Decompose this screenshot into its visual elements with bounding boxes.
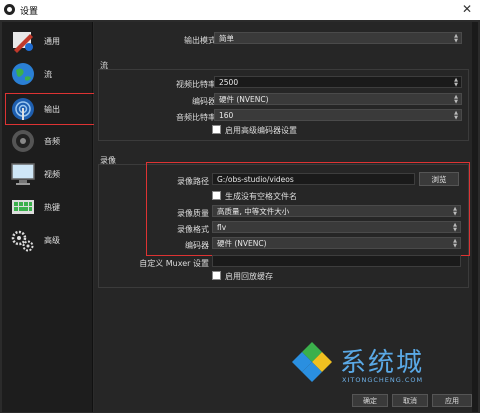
window-title: 设置 xyxy=(20,7,39,17)
spin-arrows-icon: ▲ ▼ xyxy=(454,77,458,88)
muxer-settings-label: 自定义 Muxer 设置 xyxy=(139,259,209,268)
sidebar-item-label: 音频 xyxy=(44,137,60,146)
sidebar-item-label: 视频 xyxy=(44,170,60,179)
advanced-encoder-label: 启用高级编码器设置 xyxy=(225,126,297,135)
diamond-logo-icon xyxy=(292,342,332,382)
globe-icon xyxy=(12,63,34,85)
recording-path-value: G:/obs-studio/videos xyxy=(217,175,294,184)
general-tools-icon xyxy=(13,32,33,53)
settings-sidebar: 通用 流 输出 音频 视频 热键 高级 xyxy=(2,22,95,412)
checkbox-box[interactable] xyxy=(212,271,221,280)
recording-path-label: 录像路径 xyxy=(177,177,209,186)
spin-arrows-icon: ▲ ▼ xyxy=(454,110,458,121)
audio-bitrate-value: 160 xyxy=(219,111,234,120)
recording-path-input[interactable]: G:/obs-studio/videos xyxy=(212,173,415,185)
recording-quality-label: 录像质量 xyxy=(177,209,209,218)
replay-buffer-label: 启用回放缓存 xyxy=(225,272,273,281)
sidebar-item-advanced[interactable]: 高级 xyxy=(6,225,92,255)
watermark-text: 系统城 xyxy=(340,348,425,378)
stream-encoder-label: 编码器 xyxy=(192,97,216,106)
video-bitrate-value: 2500 xyxy=(219,78,239,87)
replay-buffer-checkbox[interactable]: 启用回放缓存 xyxy=(212,271,273,282)
browse-button-label: 浏览 xyxy=(431,175,447,184)
sidebar-item-hotkeys[interactable]: 热键 xyxy=(6,192,92,222)
recording-quality-value: 高质量, 中等文件大小 xyxy=(217,207,290,216)
watermark-subtext: XITONGCHENG.COM xyxy=(342,376,424,384)
recording-format-select[interactable]: flv ▲ ▼ xyxy=(212,221,461,233)
sidebar-item-label: 流 xyxy=(44,70,52,79)
sidebar-item-label: 高级 xyxy=(44,236,60,245)
video-bitrate-input[interactable]: 2500 ▲ ▼ xyxy=(214,76,462,88)
broadcast-antenna-icon xyxy=(12,98,34,120)
speaker-icon xyxy=(12,130,34,152)
close-icon[interactable]: ✕ xyxy=(462,2,472,16)
obs-logo-icon xyxy=(4,4,15,15)
sidebar-item-video[interactable]: 视频 xyxy=(6,159,92,189)
spin-arrows-icon: ▲ ▼ xyxy=(454,94,458,105)
sidebar-item-label: 热键 xyxy=(44,203,60,212)
recording-encoder-select[interactable]: 硬件 (NVENC) ▲ ▼ xyxy=(212,237,461,249)
spin-arrows-icon: ▲ ▼ xyxy=(453,238,457,249)
audio-bitrate-label: 音频比特率 xyxy=(176,113,216,122)
advanced-encoder-checkbox[interactable]: 启用高级编码器设置 xyxy=(212,125,297,136)
sidebar-item-label: 输出 xyxy=(44,105,60,114)
site-watermark: 系统城 XITONGCHENG.COM xyxy=(290,340,480,400)
muxer-settings-input[interactable] xyxy=(212,255,461,267)
recording-format-value: flv xyxy=(217,223,227,232)
recording-encoder-label: 编码器 xyxy=(185,241,209,250)
no-space-filename-label: 生成没有空格文件名 xyxy=(225,192,297,201)
checkbox-box[interactable] xyxy=(212,191,221,200)
no-space-filename-checkbox[interactable]: 生成没有空格文件名 xyxy=(212,191,297,202)
monitor-icon xyxy=(11,163,35,185)
video-bitrate-label: 视频比特率 xyxy=(176,80,216,89)
checkbox-box[interactable] xyxy=(212,125,221,134)
sidebar-item-label: 通用 xyxy=(44,37,60,46)
output-mode-select[interactable]: 简单 ▲ ▼ xyxy=(214,32,462,44)
recording-encoder-value: 硬件 (NVENC) xyxy=(217,239,267,248)
recording-quality-select[interactable]: 高质量, 中等文件大小 ▲ ▼ xyxy=(212,205,461,217)
audio-bitrate-select[interactable]: 160 ▲ ▼ xyxy=(214,109,462,121)
keyboard-icon xyxy=(12,200,34,214)
output-mode-value: 简单 xyxy=(219,34,234,43)
spin-arrows-icon: ▲ ▼ xyxy=(453,206,457,217)
sidebar-item-stream[interactable]: 流 xyxy=(6,59,92,89)
sidebar-item-audio[interactable]: 音频 xyxy=(6,126,92,156)
spin-arrows-icon: ▲ ▼ xyxy=(453,222,457,233)
title-bar: 设置 ✕ xyxy=(0,0,480,20)
browse-button[interactable]: 浏览 xyxy=(419,172,459,186)
stream-encoder-value: 硬件 (NVENC) xyxy=(219,95,269,104)
stream-encoder-select[interactable]: 硬件 (NVENC) ▲ ▼ xyxy=(214,93,462,105)
sidebar-item-general[interactable]: 通用 xyxy=(6,26,92,56)
gears-icon xyxy=(11,230,34,252)
sidebar-item-output[interactable]: 输出 xyxy=(5,93,95,125)
output-mode-label: 输出模式 xyxy=(184,36,216,45)
spin-arrows-icon: ▲ ▼ xyxy=(454,33,458,44)
recording-format-label: 录像格式 xyxy=(177,225,209,234)
